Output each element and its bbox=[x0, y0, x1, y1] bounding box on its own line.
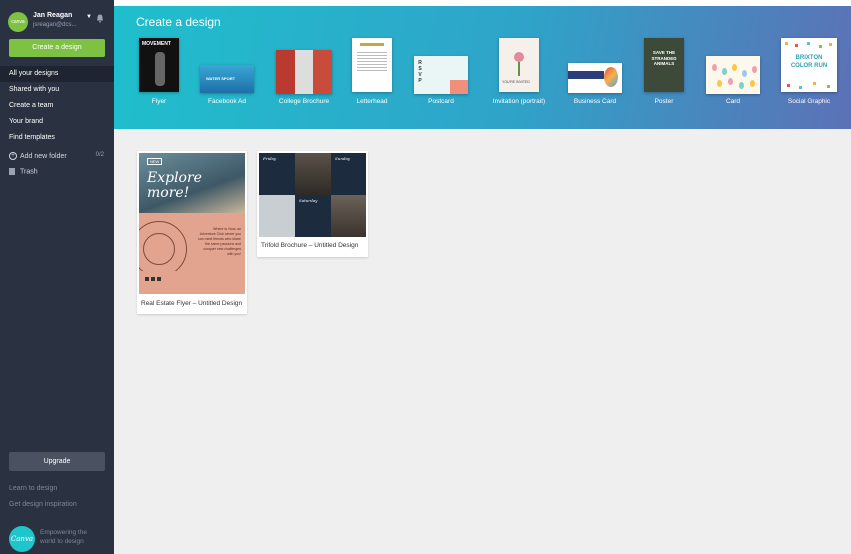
template-thumbnail bbox=[568, 63, 622, 93]
user-name: Jan Reagan bbox=[33, 12, 73, 19]
trash-icon bbox=[9, 168, 15, 175]
template-thumbnail: YOU'RE INVITED bbox=[499, 38, 539, 92]
template-label: College Brochure bbox=[278, 98, 330, 105]
template-thumbnail: BRIXTON COLOR RUN bbox=[781, 38, 837, 92]
sidebar-item-find-templates[interactable]: Find templates bbox=[0, 130, 114, 146]
avatar[interactable]: canva bbox=[8, 12, 28, 32]
create-design-button[interactable]: Create a design bbox=[9, 39, 105, 57]
flyer-tag: NEW bbox=[147, 158, 163, 165]
design-label: Trifold Brochure – Untitled Design bbox=[261, 242, 359, 249]
designs-area: NEW Explore more! Where to Now, an Adven… bbox=[114, 129, 851, 554]
thumbnail-text: YOU'RE INVITED bbox=[502, 80, 530, 84]
user-menu[interactable]: canva Jan Reagan jsreagan@dcs... ▼ bbox=[8, 10, 108, 34]
template-postcard[interactable]: RSVP Postcard bbox=[414, 38, 468, 105]
template-label: Postcard bbox=[428, 98, 454, 105]
thumbnail-text: MOVEMENT bbox=[142, 41, 171, 47]
thumbnail-text: SAVE THE STRANDED ANIMALS bbox=[651, 50, 677, 66]
template-label: Business Card bbox=[573, 98, 617, 105]
sidebar-item-create-team[interactable]: Create a team bbox=[0, 98, 114, 114]
thumbnail-text: BRIXTON COLOR RUN bbox=[790, 55, 828, 69]
template-poster[interactable]: SAVE THE STRANDED ANIMALS Poster bbox=[644, 38, 684, 105]
template-flyer[interactable]: MOVEMENT Flyer bbox=[139, 38, 179, 105]
template-thumbnail bbox=[276, 50, 332, 94]
brochure-panel-title: Sunday bbox=[335, 156, 351, 161]
template-business-card[interactable]: Business Card bbox=[568, 38, 622, 105]
flyer-headline: Explore more! bbox=[147, 170, 202, 201]
banner-title: Create a design bbox=[136, 15, 221, 29]
bell-icon[interactable] bbox=[96, 14, 104, 23]
add-folder-label: Add new folder bbox=[20, 152, 67, 160]
template-label: Facebook Ad bbox=[208, 98, 246, 105]
plus-icon: + bbox=[9, 152, 17, 160]
sidebar-item-shared[interactable]: Shared with you bbox=[0, 82, 114, 98]
brochure-panel-title: Friday bbox=[263, 156, 277, 161]
thumbnail-text: RSVP bbox=[418, 60, 422, 84]
template-label: Social Graphic bbox=[787, 98, 831, 105]
template-thumbnail bbox=[352, 38, 392, 92]
template-thumbnail bbox=[706, 56, 760, 94]
template-invitation[interactable]: YOU'RE INVITED Invitation (portrait) bbox=[493, 38, 545, 105]
design-thumbnail: Friday Sunday Saturday bbox=[259, 153, 366, 237]
template-college-brochure[interactable]: College Brochure bbox=[276, 38, 332, 105]
create-design-banner: Create a design MOVEMENT Flyer WATER SPO… bbox=[114, 6, 851, 129]
design-card-real-estate-flyer[interactable]: NEW Explore more! Where to Now, an Adven… bbox=[137, 151, 247, 314]
design-label: Real Estate Flyer – Untitled Design bbox=[141, 300, 243, 307]
sidebar-item-all-designs[interactable]: All your designs bbox=[0, 66, 120, 82]
sidebar-item-your-brand[interactable]: Your brand bbox=[0, 114, 114, 130]
learn-to-design-link[interactable]: Learn to design bbox=[9, 485, 57, 492]
template-card[interactable]: Card bbox=[706, 38, 760, 105]
user-email: jsreagan@dcs... bbox=[33, 22, 77, 28]
template-thumbnail: WATER SPORT bbox=[200, 65, 254, 93]
design-card-trifold-brochure[interactable]: Friday Sunday Saturday Trifold Brochure … bbox=[257, 151, 368, 257]
template-thumbnail: RSVP bbox=[414, 56, 468, 94]
template-label: Invitation (portrait) bbox=[492, 98, 546, 105]
design-inspiration-link[interactable]: Get design inspiration bbox=[9, 501, 77, 508]
template-label: Letterhead bbox=[356, 98, 388, 105]
sidebar-nav: All your designs Shared with you Create … bbox=[0, 66, 120, 146]
flyer-body: Where to Now, an Adventure Club where yo… bbox=[198, 227, 241, 256]
template-label: Flyer bbox=[151, 98, 167, 105]
caret-down-icon[interactable]: ▼ bbox=[86, 14, 92, 20]
folder-count: 0/2 bbox=[95, 152, 104, 158]
template-thumbnail: MOVEMENT bbox=[139, 38, 179, 92]
template-letterhead[interactable]: Letterhead bbox=[352, 38, 392, 105]
brochure-panel-title: Saturday bbox=[299, 198, 318, 203]
trash-link[interactable]: Trash bbox=[9, 168, 38, 180]
sidebar: canva Jan Reagan jsreagan@dcs... ▼ Creat… bbox=[0, 0, 120, 554]
upgrade-button[interactable]: Upgrade bbox=[9, 452, 105, 471]
template-facebook-ad[interactable]: WATER SPORT Facebook Ad bbox=[200, 38, 254, 105]
trash-label: Trash bbox=[20, 168, 38, 176]
add-folder-button[interactable]: + Add new folder 0/2 bbox=[9, 152, 104, 164]
canva-logo[interactable]: Canva bbox=[9, 526, 35, 552]
design-thumbnail: NEW Explore more! Where to Now, an Adven… bbox=[139, 153, 245, 294]
template-social-graphic[interactable]: BRIXTON COLOR RUN Social Graphic bbox=[781, 38, 837, 105]
thumbnail-text: WATER SPORT bbox=[206, 76, 236, 81]
tagline: Empowering the world to design bbox=[40, 529, 87, 545]
template-label: Card bbox=[725, 98, 741, 105]
template-thumbnail: SAVE THE STRANDED ANIMALS bbox=[644, 38, 684, 92]
template-label: Poster bbox=[654, 98, 674, 105]
